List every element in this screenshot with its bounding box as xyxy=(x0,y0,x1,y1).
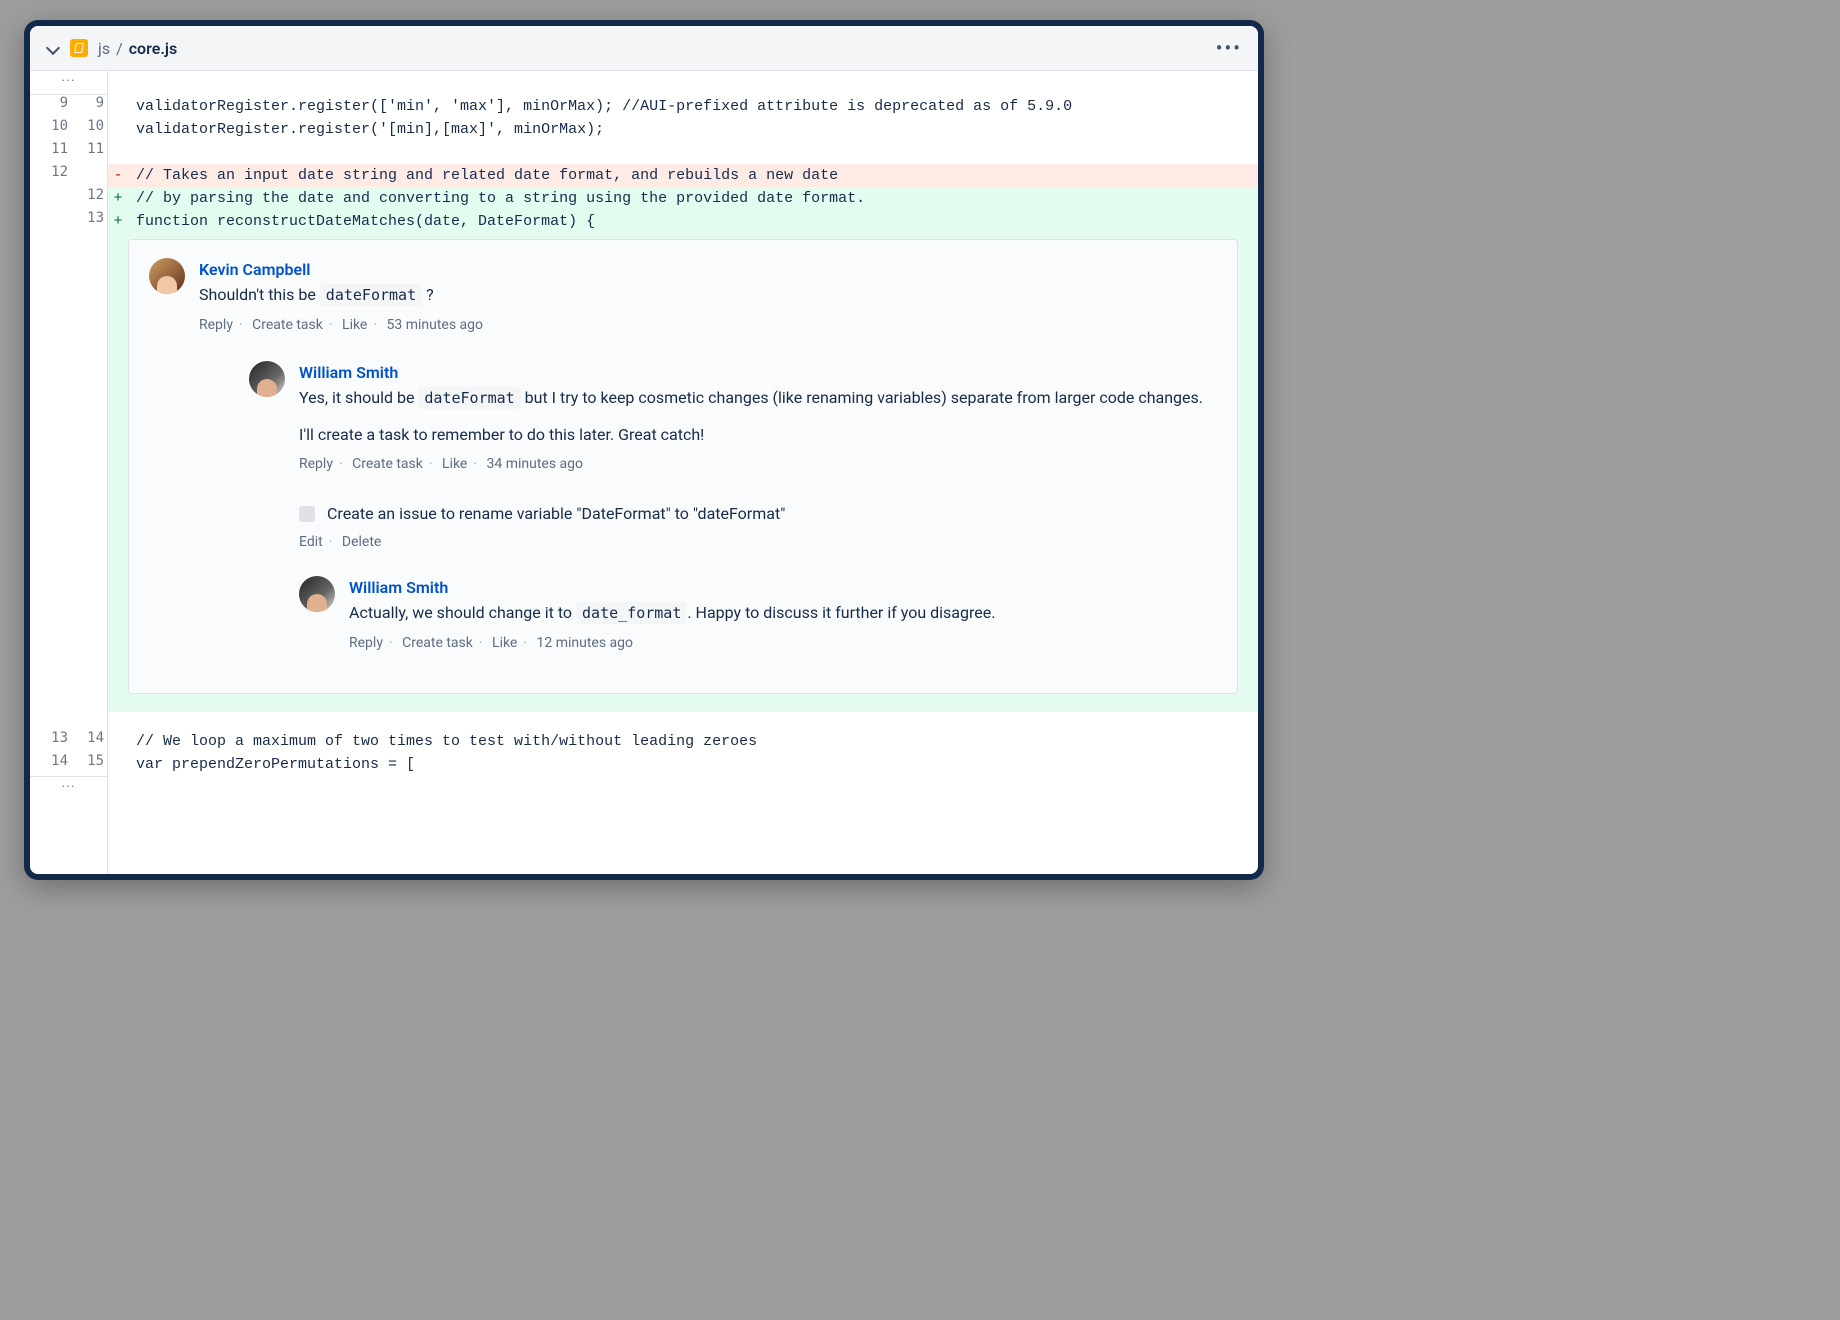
gutter-row[interactable]: 12 xyxy=(30,187,107,210)
code-line[interactable]: +function reconstructDateMatches(date, D… xyxy=(108,210,1258,233)
diff-panel: js / core.js ••• ··· 9910101111121213 13… xyxy=(30,26,1258,874)
expand-context-bottom[interactable]: ··· xyxy=(30,776,107,800)
inline-code: dateFormat xyxy=(418,387,520,409)
comment-text: Yes, it should be dateFormat but I try t… xyxy=(299,386,1217,448)
app-window: js / core.js ••• ··· 9910101111121213 13… xyxy=(24,20,1264,880)
comment-actions: Reply· Create task· Like· 53 minutes ago xyxy=(199,314,1217,337)
breadcrumb-file[interactable]: core.js xyxy=(129,39,177,58)
comment-text: Shouldn't this be dateFormat ? xyxy=(199,283,1217,308)
inline-comment-region: Kevin Campbell Shouldn't this be dateFor… xyxy=(108,233,1258,712)
code-area: validatorRegister.register(['min', 'max'… xyxy=(108,71,1258,874)
modified-file-icon xyxy=(70,39,88,57)
task-item: Create an issue to rename variable "Date… xyxy=(299,502,1217,525)
diff-body: ··· 9910101111121213 13141415 ··· valida… xyxy=(30,71,1258,874)
task-actions: Edit· Delete xyxy=(299,531,1217,554)
comment-time: 12 minutes ago xyxy=(537,635,634,651)
comment: William Smith Actually, we should change… xyxy=(299,576,1217,655)
comment-actions: Reply· Create task· Like· 12 minutes ago xyxy=(349,632,1217,655)
gutter-row[interactable]: 1010 xyxy=(30,118,107,141)
avatar[interactable] xyxy=(299,576,335,612)
code-line[interactable] xyxy=(108,141,1258,164)
more-actions-icon[interactable]: ••• xyxy=(1216,36,1242,60)
like-link[interactable]: Like xyxy=(342,317,367,333)
code-line[interactable]: validatorRegister.register('[min],[max]'… xyxy=(108,118,1258,141)
reply-link[interactable]: Reply xyxy=(349,635,383,651)
task-text: Create an issue to rename variable "Date… xyxy=(327,502,785,525)
avatar[interactable] xyxy=(149,258,185,294)
inline-code: dateFormat xyxy=(320,284,422,306)
create-task-link[interactable]: Create task xyxy=(252,317,323,333)
comment-author[interactable]: William Smith xyxy=(349,576,1217,599)
comment-time: 34 minutes ago xyxy=(487,456,584,472)
file-header: js / core.js ••• xyxy=(30,26,1258,71)
code-line[interactable]: validatorRegister.register(['min', 'max'… xyxy=(108,95,1258,118)
gutter-row[interactable]: 1111 xyxy=(30,141,107,164)
comment: Kevin Campbell Shouldn't this be dateFor… xyxy=(149,258,1217,669)
task-edit-link[interactable]: Edit xyxy=(299,534,323,550)
gutter-row[interactable]: 1314 xyxy=(30,730,107,753)
task-delete-link[interactable]: Delete xyxy=(342,534,381,550)
breadcrumb: js / core.js xyxy=(98,39,177,58)
inline-code: date_format xyxy=(576,602,687,624)
code-line[interactable]: // We loop a maximum of two times to tes… xyxy=(108,730,1258,753)
gutter-row[interactable]: 12 xyxy=(30,164,107,187)
reply-link[interactable]: Reply xyxy=(299,456,333,472)
reply-link[interactable]: Reply xyxy=(199,317,233,333)
code-line[interactable]: -// Takes an input date string and relat… xyxy=(108,164,1258,187)
breadcrumb-folder[interactable]: js xyxy=(98,39,110,58)
code-line[interactable]: +// by parsing the date and converting t… xyxy=(108,187,1258,210)
comment-thread: Kevin Campbell Shouldn't this be dateFor… xyxy=(128,239,1238,694)
code-line[interactable]: var prependZeroPermutations = [ xyxy=(108,753,1258,776)
comment-actions: Reply· Create task· Like· 34 minutes ago xyxy=(299,453,1217,476)
line-number-gutter: ··· 9910101111121213 13141415 ··· xyxy=(30,71,108,874)
comment: William Smith Yes, it should be dateForm… xyxy=(249,361,1217,655)
expand-context-top[interactable]: ··· xyxy=(30,71,107,95)
like-link[interactable]: Like xyxy=(492,635,517,651)
gutter-row[interactable]: 99 xyxy=(30,95,107,118)
gutter-row[interactable]: 1415 xyxy=(30,753,107,776)
comment-author[interactable]: William Smith xyxy=(299,361,1217,384)
like-link[interactable]: Like xyxy=(442,456,467,472)
create-task-link[interactable]: Create task xyxy=(352,456,423,472)
gutter-row[interactable]: 13 xyxy=(30,210,107,233)
create-task-link[interactable]: Create task xyxy=(402,635,473,651)
comment-time: 53 minutes ago xyxy=(387,317,484,333)
comment-author[interactable]: Kevin Campbell xyxy=(199,258,1217,281)
chevron-down-icon[interactable] xyxy=(46,41,60,55)
task-checkbox[interactable] xyxy=(299,506,315,522)
comment-text: Actually, we should change it to date_fo… xyxy=(349,601,1217,626)
breadcrumb-sep: / xyxy=(116,39,123,58)
avatar[interactable] xyxy=(249,361,285,397)
